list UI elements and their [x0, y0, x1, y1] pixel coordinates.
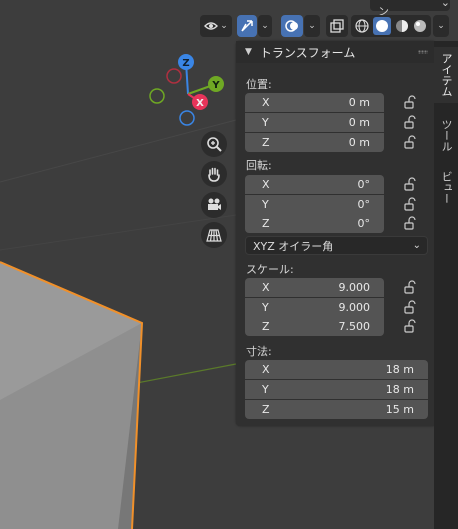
zoom-icon: [207, 137, 222, 152]
rotation-y-field[interactable]: Y 0°: [245, 195, 384, 214]
tab-view[interactable]: ビュー: [434, 167, 458, 207]
dimensions-label: 寸法:: [246, 345, 272, 358]
field-value: 0°: [357, 178, 371, 191]
wireframe-shading-icon[interactable]: [355, 19, 369, 33]
axis-label: Z: [262, 136, 270, 149]
field-value: 18 m: [385, 363, 414, 376]
axis-label: X: [262, 363, 270, 376]
lock-icon[interactable]: [403, 115, 417, 129]
field-value: 0°: [357, 217, 371, 230]
axis-label: X: [262, 96, 270, 109]
neg-z-handle: [179, 110, 195, 126]
axis-label: Y: [262, 301, 269, 314]
overlay-icon: [285, 20, 298, 32]
panel-title: トランスフォーム: [259, 45, 356, 60]
field-value: 9.000: [338, 301, 371, 314]
chevron-down-icon: ⌄: [412, 240, 421, 251]
axis-label: Z: [262, 403, 270, 416]
field-value: 0 m: [348, 96, 370, 109]
camera-icon: [208, 198, 221, 210]
dimensions-z-field[interactable]: Z 15 m: [245, 400, 428, 419]
field-value: 9.000: [338, 281, 371, 294]
axis-label: X: [262, 178, 270, 191]
lock-icon[interactable]: [403, 135, 417, 149]
lock-icon[interactable]: [403, 95, 417, 109]
axis-label: X: [262, 281, 270, 294]
dimensions-y-field[interactable]: Y 18 m: [245, 380, 428, 399]
dimensions-x-field[interactable]: X 18 m: [245, 360, 428, 379]
axis-label: Y: [262, 116, 269, 129]
pan-button[interactable]: [201, 161, 227, 187]
location-label: 位置:: [246, 78, 272, 91]
camera-view-button[interactable]: [201, 192, 227, 218]
overlay-dropdown[interactable]: ⌄: [304, 15, 320, 37]
lock-icon[interactable]: [403, 197, 417, 211]
rendered-shading-icon[interactable]: [413, 19, 427, 33]
shading-mode-group: [351, 15, 431, 37]
field-value: 18 m: [385, 383, 414, 396]
solid-shading-icon: [376, 20, 388, 32]
transform-panel: ▼ トランスフォーム 位置: X 0 m Y 0 m Z 0 m 回転: X 0° Y 0…: [236, 41, 434, 426]
lock-icon[interactable]: [403, 280, 417, 294]
scale-z-field[interactable]: Z 7.500: [245, 317, 384, 336]
lock-icon[interactable]: [403, 216, 417, 230]
navigation-gizmo[interactable]: Z Y X: [148, 52, 228, 132]
location-y-field[interactable]: Y 0 m: [245, 113, 384, 132]
axis-label: Y: [262, 198, 269, 211]
chevron-down-icon: ⌄: [440, 0, 450, 9]
axis-label: Z: [262, 320, 270, 333]
location-z-field[interactable]: Z 0 m: [245, 133, 384, 152]
material-shading-icon[interactable]: [395, 19, 409, 33]
field-value: 7.500: [338, 320, 371, 333]
scale-y-field[interactable]: Y 9.000: [245, 298, 384, 317]
hand-pan-icon: [208, 167, 220, 182]
lock-icon[interactable]: [403, 319, 417, 333]
neg-x-handle: [149, 88, 165, 104]
transform-panel-header[interactable]: ▼ トランスフォーム: [236, 41, 434, 63]
sidebar-tabs: アイテム ツール ビュー: [434, 41, 458, 529]
x-axis-label: X: [196, 98, 204, 109]
tab-tool[interactable]: ツール: [434, 111, 458, 159]
rotation-x-field[interactable]: X 0°: [245, 175, 384, 194]
axis-label: Y: [262, 383, 269, 396]
field-value: 15 m: [385, 403, 414, 416]
drag-grip-icon[interactable]: [418, 50, 428, 54]
rotation-label: 回転:: [246, 159, 272, 172]
xray-icon: [330, 19, 344, 33]
perspective-toggle-button[interactable]: [201, 222, 227, 248]
lock-icon[interactable]: [403, 300, 417, 314]
field-value: 0 m: [348, 136, 370, 149]
shading-dropdown[interactable]: ⌄: [433, 15, 449, 37]
visibility-dropdown[interactable]: ⌄: [200, 15, 232, 37]
rotation-mode-value: XYZ オイラー角: [253, 239, 334, 253]
axis-label: Z: [262, 217, 270, 230]
gizmo-icon: [241, 20, 253, 32]
scale-label: スケール:: [246, 263, 294, 276]
gizmo-toggle[interactable]: [237, 15, 257, 37]
z-axis-label: Z: [182, 58, 189, 69]
solid-shading-button[interactable]: [373, 17, 391, 35]
y-axis-label: Y: [211, 80, 220, 91]
rotation-mode-select[interactable]: XYZ オイラー角 ⌄: [245, 236, 428, 255]
neg-y-handle: [166, 68, 182, 84]
collapse-arrow-icon[interactable]: ▼: [245, 47, 252, 57]
lock-icon[interactable]: [403, 177, 417, 191]
gizmo-dropdown[interactable]: ⌄: [258, 15, 272, 37]
zoom-button[interactable]: [201, 131, 227, 157]
scale-x-field[interactable]: X 9.000: [245, 278, 384, 297]
field-value: 0°: [357, 198, 371, 211]
grid-perspective-icon: [206, 229, 222, 242]
options-menu[interactable]: オプション⌄: [370, 0, 450, 18]
tab-item[interactable]: アイテム: [434, 47, 458, 103]
overlay-toggle[interactable]: [281, 15, 303, 37]
field-value: 0 m: [348, 116, 370, 129]
eye-icon: [204, 22, 219, 30]
xray-toggle[interactable]: [326, 15, 348, 37]
rotation-z-field[interactable]: Z 0°: [245, 214, 384, 233]
location-x-field[interactable]: X 0 m: [245, 93, 384, 112]
